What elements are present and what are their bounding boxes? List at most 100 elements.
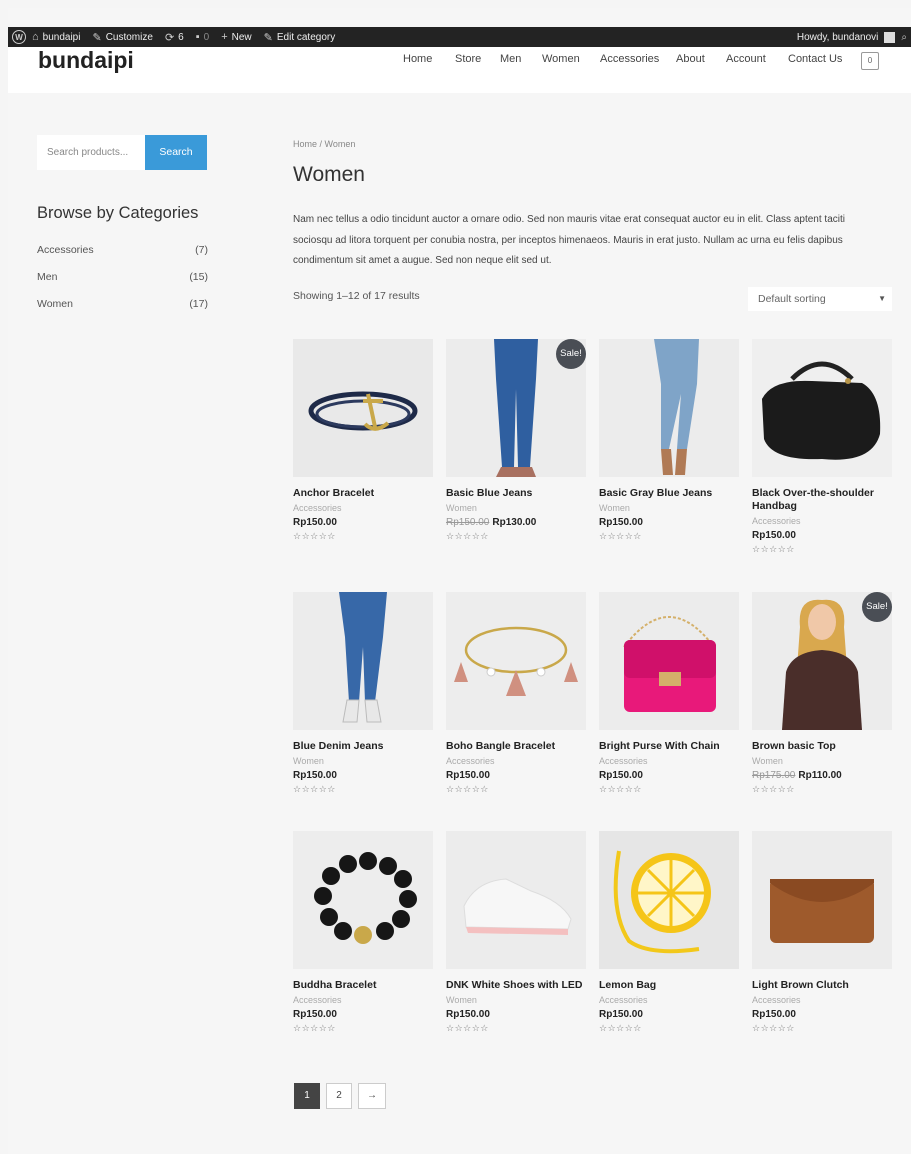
avatar[interactable] bbox=[884, 31, 896, 43]
nav-item-account[interactable]: Account bbox=[726, 53, 788, 65]
product-card[interactable]: Anchor Bracelet Accessories Rp150.00 ☆☆☆… bbox=[293, 339, 433, 542]
nav-item-home[interactable]: Home bbox=[403, 53, 447, 65]
product-category[interactable]: Women bbox=[446, 995, 586, 1005]
product-image[interactable] bbox=[599, 592, 739, 730]
nav-item-about[interactable]: About bbox=[676, 53, 726, 65]
product-category[interactable]: Women bbox=[752, 756, 892, 766]
product-card[interactable]: Sale! Brown basic Top Women Rp175.00 Rp11… bbox=[752, 592, 892, 795]
product-image[interactable] bbox=[599, 831, 739, 969]
product-name[interactable]: Brown basic Top bbox=[752, 740, 892, 753]
plus-icon: + bbox=[221, 31, 228, 43]
product-category[interactable]: Accessories bbox=[293, 503, 433, 513]
admin-site-link[interactable]: ⌂ bundaipi bbox=[26, 31, 86, 43]
product-card[interactable]: Black Over-the-shoulder Handbag Accessor… bbox=[752, 339, 892, 555]
clutch-icon bbox=[752, 831, 892, 969]
nav-item-contact-us[interactable]: Contact Us bbox=[788, 53, 858, 65]
product-category[interactable]: Accessories bbox=[752, 995, 892, 1005]
product-name[interactable]: DNK White Shoes with LED bbox=[446, 979, 586, 992]
refresh-icon: ⟳ bbox=[164, 31, 175, 44]
comment-icon: ▪ bbox=[195, 31, 200, 43]
product-name[interactable]: Basic Blue Jeans bbox=[446, 487, 586, 500]
search-button[interactable]: Search bbox=[145, 135, 207, 170]
category-item-men[interactable]: Men (15) bbox=[37, 271, 208, 283]
search-input[interactable]: Search products... bbox=[37, 135, 145, 170]
main-nav: Home Store Men Women Accessories About A… bbox=[403, 53, 858, 65]
product-card[interactable]: Lemon Bag Accessories Rp150.00 ☆☆☆☆☆ bbox=[599, 831, 739, 1034]
product-name[interactable]: Blue Denim Jeans bbox=[293, 740, 433, 753]
product-card[interactable]: Blue Denim Jeans Women Rp150.00 ☆☆☆☆☆ bbox=[293, 592, 433, 795]
product-card[interactable]: Buddha Bracelet Accessories Rp150.00 ☆☆☆… bbox=[293, 831, 433, 1034]
product-price: Rp175.00 Rp110.00 bbox=[752, 770, 842, 781]
product-price: Rp150.00 bbox=[599, 1009, 643, 1020]
product-image[interactable]: Sale! bbox=[446, 339, 586, 477]
product-category[interactable]: Accessories bbox=[752, 516, 892, 526]
admin-new-link[interactable]: + New bbox=[215, 31, 257, 43]
admin-customize-link[interactable]: ✎ Customize bbox=[86, 31, 158, 44]
nav-item-store[interactable]: Store bbox=[455, 53, 500, 65]
jeans-icon bbox=[599, 339, 739, 477]
product-image[interactable] bbox=[293, 592, 433, 730]
nav-item-women[interactable]: Women bbox=[542, 53, 600, 65]
product-category[interactable]: Accessories bbox=[293, 995, 433, 1005]
product-card[interactable]: Bright Purse With Chain Accessories Rp15… bbox=[599, 592, 739, 795]
nav-item-accessories[interactable]: Accessories bbox=[600, 53, 676, 65]
caret-down-icon: ▼ bbox=[878, 294, 886, 303]
pagination-page-2[interactable]: 2 bbox=[326, 1083, 352, 1109]
category-item-women[interactable]: Women (17) bbox=[37, 298, 208, 310]
jeans-icon bbox=[293, 592, 433, 730]
product-name[interactable]: Basic Gray Blue Jeans bbox=[599, 487, 739, 500]
site-title[interactable]: bundaipi bbox=[38, 47, 134, 74]
admin-updates-link[interactable]: ⟳ 6 bbox=[159, 31, 190, 44]
nav-item-men[interactable]: Men bbox=[500, 53, 530, 65]
product-image[interactable] bbox=[752, 339, 892, 477]
product-category[interactable]: Accessories bbox=[446, 756, 586, 766]
product-image[interactable] bbox=[446, 592, 586, 730]
cart-button[interactable]: 0 bbox=[861, 52, 879, 70]
product-image[interactable] bbox=[599, 339, 739, 477]
admin-comments-link[interactable]: ▪ 0 bbox=[190, 31, 215, 43]
product-card[interactable]: Boho Bangle Bracelet Accessories Rp150.0… bbox=[446, 592, 586, 795]
product-price: Rp150.00 bbox=[293, 770, 337, 781]
product-category[interactable]: Women bbox=[446, 503, 586, 513]
product-category[interactable]: Women bbox=[599, 503, 739, 513]
product-image[interactable] bbox=[446, 831, 586, 969]
category-name[interactable]: Accessories bbox=[37, 244, 94, 256]
product-image[interactable] bbox=[752, 831, 892, 969]
product-card[interactable]: Sale! Basic Blue Jeans Women Rp150.00 Rp1… bbox=[446, 339, 586, 542]
admin-edit-category-link[interactable]: ✎ Edit category bbox=[258, 31, 342, 44]
breadcrumb[interactable]: Home / Women bbox=[293, 139, 355, 149]
product-category[interactable]: Accessories bbox=[599, 756, 739, 766]
rating-stars-icon: ☆☆☆☆☆ bbox=[446, 1023, 489, 1033]
product-card[interactable]: Light Brown Clutch Accessories Rp150.00 … bbox=[752, 831, 892, 1034]
product-name[interactable]: Lemon Bag bbox=[599, 979, 739, 992]
product-name[interactable]: Boho Bangle Bracelet bbox=[446, 740, 586, 753]
product-category[interactable]: Women bbox=[293, 756, 433, 766]
product-name[interactable]: Buddha Bracelet bbox=[293, 979, 433, 992]
category-item-accessories[interactable]: Accessories (7) bbox=[37, 244, 208, 256]
product-image[interactable]: Sale! bbox=[752, 592, 892, 730]
product-price: Rp150.00 bbox=[446, 1009, 490, 1020]
sort-select[interactable]: Default sorting ▼ bbox=[748, 287, 892, 311]
pagination-page-1[interactable]: 1 bbox=[294, 1083, 320, 1109]
search-icon[interactable]: ⌕ bbox=[901, 32, 907, 43]
product-name[interactable]: Light Brown Clutch bbox=[752, 979, 892, 992]
bangle-icon bbox=[446, 592, 586, 730]
wordpress-logo-icon[interactable]: W bbox=[12, 30, 26, 44]
product-name[interactable]: Black Over-the-shoulder Handbag bbox=[752, 487, 892, 513]
product-card[interactable]: DNK White Shoes with LED Women Rp150.00 … bbox=[446, 831, 586, 1034]
product-image[interactable] bbox=[293, 339, 433, 477]
category-name[interactable]: Women bbox=[37, 298, 73, 310]
bracelet-icon bbox=[293, 339, 433, 477]
rating-stars-icon: ☆☆☆☆☆ bbox=[599, 784, 642, 794]
product-card[interactable]: Basic Gray Blue Jeans Women Rp150.00 ☆☆☆… bbox=[599, 339, 739, 542]
page-title: Women bbox=[293, 163, 365, 186]
admin-howdy-link[interactable]: Howdy, bundanovi bbox=[797, 32, 879, 43]
pagination-next-arrow-icon[interactable]: → bbox=[358, 1083, 386, 1109]
product-name[interactable]: Bright Purse With Chain bbox=[599, 740, 739, 753]
product-name[interactable]: Anchor Bracelet bbox=[293, 487, 433, 500]
category-name[interactable]: Men bbox=[37, 271, 57, 283]
product-image[interactable] bbox=[293, 831, 433, 969]
product-category[interactable]: Accessories bbox=[599, 995, 739, 1005]
product-price: Rp150.00 bbox=[599, 517, 643, 528]
product-price: Rp150.00 bbox=[446, 770, 490, 781]
